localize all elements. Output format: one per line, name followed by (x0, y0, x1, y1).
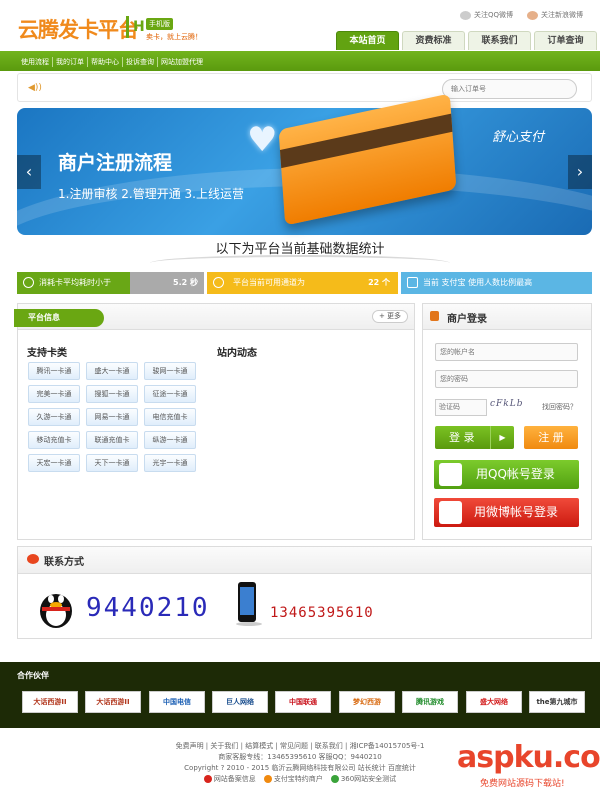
tab-home[interactable]: 本站首页 (336, 31, 399, 50)
banner-brand: 舒心支付 (492, 130, 545, 145)
card-types-heading: 支持卡类 (27, 348, 67, 359)
police-badge-icon (203, 775, 212, 783)
stat-avg-time: 消耗卡平均耗时小于 5.2 秒 (17, 272, 204, 294)
card-type-item[interactable]: 联通充值卡 (86, 431, 138, 449)
channel-icon (213, 277, 224, 288)
partner-logo[interactable]: 大话西游II (22, 691, 78, 713)
follow-weibo-link[interactable]: 关注新浪微博 (527, 10, 583, 20)
speaker-icon: ◀)) (28, 83, 42, 93)
stat-channels-value: 22 个 (368, 278, 390, 287)
card-type-item[interactable]: 天下一卡通 (86, 454, 138, 472)
order-search-input[interactable] (442, 79, 577, 99)
partner-logo[interactable]: 腾讯游戏 (402, 691, 458, 713)
subnav-usage-flow[interactable]: 使用流程 (18, 57, 53, 67)
partner-logo[interactable]: the第九城市 (529, 691, 585, 713)
footer-badge[interactable]: 360网站安全测试 (330, 774, 396, 784)
footer-badge[interactable]: 网站备案信息 (203, 774, 256, 784)
stat-avg-time-value: 5.2 秒 (173, 278, 198, 287)
banner-title: 商户注册流程 (58, 152, 173, 174)
partner-logo[interactable]: 大话西游II (85, 691, 141, 713)
contact-title: 联系方式 (44, 557, 84, 568)
partner-logo[interactable]: 巨人网络 (212, 691, 268, 713)
captcha-input[interactable] (435, 399, 487, 416)
tab-order-query[interactable]: 订单查询 (534, 31, 597, 50)
card-type-item[interactable]: 久游一卡通 (28, 408, 80, 426)
card-type-item[interactable]: 电信充值卡 (144, 408, 196, 426)
subnav-help-center[interactable]: 帮助中心 (88, 57, 123, 67)
chat-bubble-icon (27, 554, 39, 564)
mobile-badge[interactable]: 手机版 (146, 18, 173, 30)
login-button[interactable]: 登 录 ▶ (435, 426, 514, 449)
subnav-agent-join[interactable]: 网站加盟代理 (158, 57, 206, 67)
contact-phone-number: 13465395610 (270, 605, 374, 621)
card-type-item[interactable]: 盛大一卡通 (86, 362, 138, 380)
banner-next-button[interactable]: › (568, 155, 592, 189)
heart-icon: ♥ (247, 120, 278, 160)
site-logo[interactable]: 云腾发卡平台 (18, 14, 139, 44)
partner-logo[interactable]: 梦幻西游 (339, 691, 395, 713)
weibo-icon (439, 501, 462, 524)
clock-icon (23, 277, 34, 288)
main-nav: 本站首页 资费标准 联系我们 订单查询 (336, 31, 597, 50)
forgot-password-link[interactable]: 找回密码？ (542, 402, 577, 412)
login-title: 商户登录 (447, 314, 487, 325)
footer-badge[interactable]: 支付宝特约商户 (263, 774, 323, 784)
subnav-my-orders[interactable]: 我的订单 (53, 57, 88, 67)
watermark-tagline: 免费网站源码下载站! (480, 779, 565, 789)
partners-title: 合作伙伴 (17, 671, 49, 680)
arrow-right-icon: ▶ (490, 426, 514, 449)
stat-channels: 平台当前可用通道为 22 个 (207, 272, 398, 294)
captcha-image[interactable]: cFkLb (490, 399, 538, 415)
watermark-logo: aspku.com (457, 740, 600, 775)
360-badge-icon (330, 775, 339, 783)
card-type-item[interactable]: 骏网一卡通 (144, 362, 196, 380)
card-type-item[interactable]: 光宇一卡通 (144, 454, 196, 472)
phone-icon (236, 582, 262, 626)
card-type-item[interactable]: 腾讯一卡通 (28, 362, 80, 380)
wallet-icon (407, 277, 418, 288)
tab-contact[interactable]: 联系我们 (468, 31, 531, 50)
qq-login-button[interactable]: 用QQ帐号登录 (434, 460, 579, 489)
tab-pricing[interactable]: 资费标准 (402, 31, 465, 50)
news-heading: 站内动态 (217, 348, 257, 359)
card-type-item[interactable]: 征途一卡通 (144, 385, 196, 403)
banner-prev-button[interactable]: ‹ (17, 155, 41, 189)
card-type-item[interactable]: 移动充值卡 (28, 431, 80, 449)
account-input[interactable] (435, 343, 578, 361)
password-input[interactable] (435, 370, 578, 388)
banner-steps: 1.注册审核 2.管理开通 3.上线运营 (58, 187, 244, 201)
weibo-login-button[interactable]: 用微博帐号登录 (434, 498, 579, 527)
contact-qq-number: 9440210 (86, 593, 210, 623)
follow-qq-link[interactable]: 关注QQ微博 (460, 10, 513, 20)
partner-logo[interactable]: 中国电信 (149, 691, 205, 713)
lock-icon (430, 311, 439, 321)
partner-logo[interactable]: 中国联通 (275, 691, 331, 713)
partner-logo[interactable]: 盛大网络 (466, 691, 522, 713)
subnav-complaint-query[interactable]: 投诉查询 (123, 57, 158, 67)
qq-penguin-icon (40, 594, 72, 628)
sub-nav: 使用流程 我的订单 帮助中心 投诉查询 网站加盟代理 (18, 57, 206, 67)
slogan: 卖卡，就上云腾！ (146, 33, 202, 41)
card-type-item[interactable]: 天宏一卡通 (28, 454, 80, 472)
weibo-icon (527, 10, 538, 20)
logo-mark: H (126, 16, 148, 38)
divider-curve (150, 255, 450, 271)
card-type-item[interactable]: 纵游一卡通 (144, 431, 196, 449)
register-button[interactable]: 注 册 (524, 426, 578, 449)
qq-weibo-icon (460, 10, 471, 20)
more-button[interactable]: + 更多 (372, 310, 408, 323)
platform-info-tab[interactable]: 平台信息 (14, 309, 104, 327)
stat-top-payment: 当前 支付宝 使用人数比例最高 (401, 272, 592, 294)
card-type-item[interactable]: 完美一卡通 (28, 385, 80, 403)
qq-penguin-icon (439, 463, 462, 486)
card-type-item[interactable]: 搜狐一卡通 (86, 385, 138, 403)
card-type-item[interactable]: 网易一卡通 (86, 408, 138, 426)
alipay-badge-icon (263, 775, 272, 783)
